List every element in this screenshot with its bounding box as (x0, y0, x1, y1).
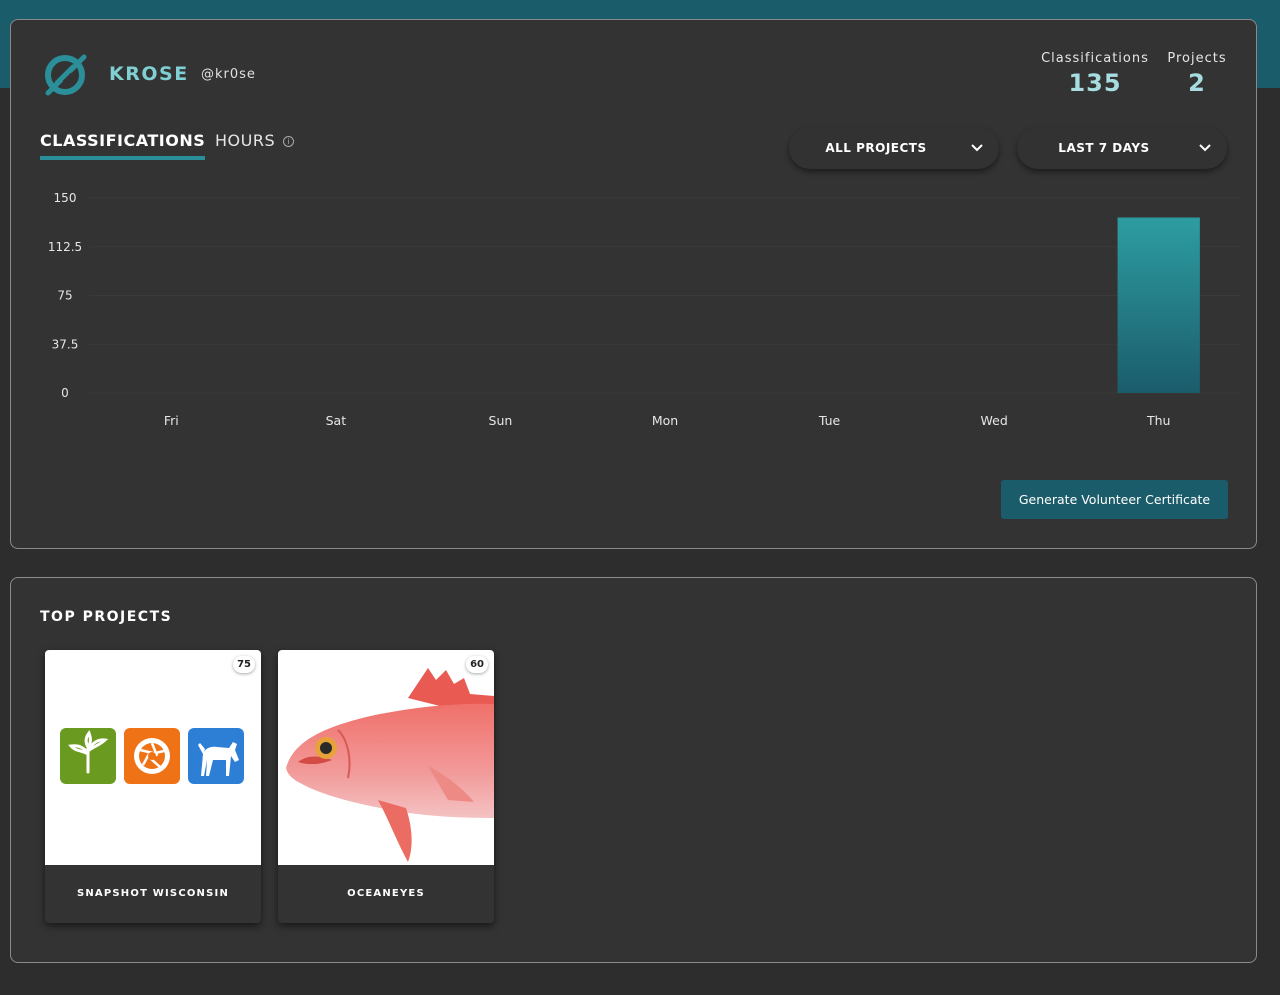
x-tick-label: Sun (489, 413, 513, 428)
classifications-label: Classifications (1041, 51, 1149, 66)
info-icon[interactable]: i (283, 136, 295, 147)
projects-stat: Projects 2 (1167, 51, 1227, 97)
project-select-label: ALL PROJECTS (825, 141, 927, 155)
project-select[interactable]: ALL PROJECTS (789, 127, 999, 169)
classification-count-badge: 60 (466, 656, 488, 673)
project-card-oceaneyes[interactable]: 60 OCEANEYES (278, 650, 494, 923)
classifications-stat: Classifications 135 (1040, 51, 1150, 97)
y-tick-label: 75 (57, 289, 72, 303)
y-tick-label: 150 (54, 191, 77, 205)
project-thumbnail: 75 (45, 650, 261, 865)
classification-count-badge: 75 (233, 656, 255, 673)
x-tick-label: Sat (326, 413, 347, 428)
y-tick-label: 37.5 (52, 337, 79, 351)
date-range-label: LAST 7 DAYS (1058, 141, 1150, 155)
tab-hours[interactable]: HOURS i (215, 131, 295, 156)
x-tick-label: Fri (164, 413, 179, 428)
x-tick-label: Tue (818, 413, 841, 428)
red-fish-icon (286, 668, 494, 862)
y-tick-label: 0 (61, 386, 69, 400)
zooniverse-logo-icon (45, 54, 87, 96)
display-name: KROSE (109, 63, 189, 85)
stats-card: KROSE @kr0se Classifications 135 Project… (10, 19, 1257, 549)
chevron-down-icon (971, 144, 983, 152)
x-tick-label: Wed (981, 413, 1008, 428)
user-login: @kr0se (201, 67, 256, 82)
tab-classifications-label: CLASSIFICATIONS (40, 131, 206, 150)
classifications-bar-chart: 0 37.5 75 112.5 150 Fri Sat Sun Mon Tue Wed Thu (48, 191, 1241, 428)
x-tick-label: Mon (652, 413, 678, 428)
classifications-value: 135 (1068, 69, 1122, 97)
x-tick-label: Thu (1146, 413, 1170, 428)
top-projects-card: TOP PROJECTS 75 SNAPSHOT WISCONSIN 60 OC… (10, 577, 1257, 963)
chevron-down-icon (1199, 144, 1211, 152)
project-name: OCEANEYES (347, 888, 425, 899)
generate-certificate-button[interactable]: Generate Volunteer Certificate (1001, 480, 1228, 519)
projects-label: Projects (1167, 51, 1227, 66)
tab-hours-label: HOURS (215, 131, 276, 150)
project-name: SNAPSHOT WISCONSIN (76, 888, 230, 899)
top-projects-title: TOP PROJECTS (40, 609, 173, 625)
y-tick-label: 112.5 (48, 240, 82, 254)
date-range-select[interactable]: LAST 7 DAYS (1017, 127, 1227, 169)
project-thumbnail: 60 (278, 650, 494, 865)
bar-thu[interactable] (1117, 217, 1200, 394)
project-card-snapshot-wisconsin[interactable]: 75 SNAPSHOT WISCONSIN (45, 650, 261, 923)
projects-value: 2 (1188, 69, 1206, 97)
snapshot-wisconsin-logo-icon (60, 728, 244, 784)
tab-classifications[interactable]: CLASSIFICATIONS (40, 131, 206, 160)
